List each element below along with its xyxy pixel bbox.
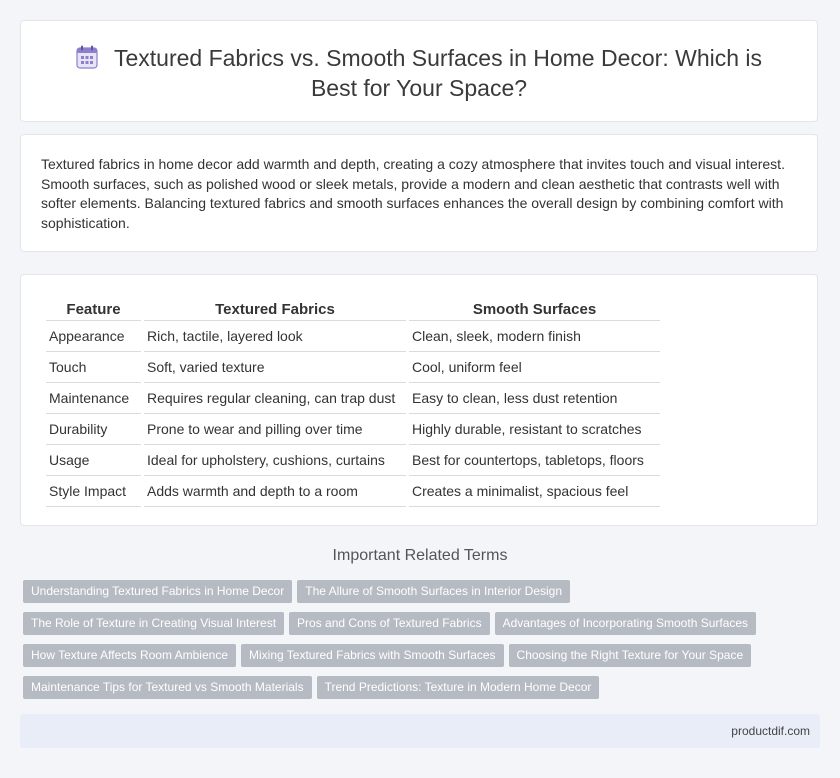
- table-row: Style Impact Adds warmth and depth to a …: [46, 476, 660, 507]
- table-row: Appearance Rich, tactile, layered look C…: [46, 321, 660, 352]
- related-term-link[interactable]: Mixing Textured Fabrics with Smooth Surf…: [241, 644, 504, 667]
- smooth-cell: Best for countertops, tabletops, floors: [409, 445, 660, 476]
- feature-cell: Appearance: [46, 321, 141, 352]
- feature-cell: Touch: [46, 352, 141, 383]
- column-header-textured: Textured Fabrics: [144, 295, 406, 321]
- textured-cell: Prone to wear and pilling over time: [144, 414, 406, 445]
- smooth-cell: Creates a minimalist, spacious feel: [409, 476, 660, 507]
- related-term-link[interactable]: Trend Predictions: Texture in Modern Hom…: [316, 676, 600, 699]
- related-term-link[interactable]: Advantages of Incorporating Smooth Surfa…: [494, 612, 757, 635]
- table-header-row: Feature Textured Fabrics Smooth Surfaces: [46, 295, 660, 321]
- feature-cell: Maintenance: [46, 383, 141, 414]
- textured-cell: Adds warmth and depth to a room: [144, 476, 406, 507]
- intro-text: Textured fabrics in home decor add warmt…: [41, 156, 785, 231]
- footer-site-link[interactable]: productdif.com: [731, 724, 810, 738]
- related-term-link[interactable]: Choosing the Right Texture for Your Spac…: [508, 644, 752, 667]
- column-header-feature: Feature: [46, 295, 141, 321]
- feature-cell: Usage: [46, 445, 141, 476]
- header-card: Textured Fabrics vs. Smooth Surfaces in …: [20, 20, 818, 122]
- title-line-2: Best for Your Space?: [310, 75, 528, 101]
- column-header-smooth: Smooth Surfaces: [409, 295, 660, 321]
- textured-cell: Rich, tactile, layered look: [144, 321, 406, 352]
- smooth-cell: Highly durable, resistant to scratches: [409, 414, 660, 445]
- table-row: Usage Ideal for upholstery, cushions, cu…: [46, 445, 660, 476]
- related-terms-list: Understanding Textured Fabrics in Home D…: [23, 580, 783, 708]
- table-row: Touch Soft, varied texture Cool, uniform…: [46, 352, 660, 383]
- related-term-link[interactable]: Maintenance Tips for Textured vs Smooth …: [23, 676, 312, 699]
- table-row: Durability Prone to wear and pilling ove…: [46, 414, 660, 445]
- page-title: Textured Fabrics vs. Smooth Surfaces in …: [61, 43, 777, 103]
- related-terms-title: Important Related Terms: [332, 547, 508, 564]
- title-line-1: Textured Fabrics vs. Smooth Surfaces in …: [113, 45, 763, 71]
- related-term-link[interactable]: The Role of Texture in Creating Visual I…: [23, 612, 285, 635]
- table-row: Maintenance Requires regular cleaning, c…: [46, 383, 660, 414]
- tag-row: How Texture Affects Room Ambience Mixing …: [23, 644, 783, 676]
- related-term-link[interactable]: Pros and Cons of Textured Fabrics: [289, 612, 490, 635]
- related-term-link[interactable]: Understanding Textured Fabrics in Home D…: [23, 580, 293, 603]
- textured-cell: Soft, varied texture: [144, 352, 406, 383]
- smooth-cell: Cool, uniform feel: [409, 352, 660, 383]
- smooth-cell: Clean, sleek, modern finish: [409, 321, 660, 352]
- tag-row: Maintenance Tips for Textured vs Smooth …: [23, 676, 783, 708]
- related-term-link[interactable]: How Texture Affects Room Ambience: [23, 644, 236, 667]
- textured-cell: Ideal for upholstery, cushions, curtains: [144, 445, 406, 476]
- intro-card: Textured fabrics in home decor add warmt…: [20, 134, 818, 252]
- tag-row: The Role of Texture in Creating Visual I…: [23, 612, 783, 644]
- comparison-table: Feature Textured Fabrics Smooth Surfaces…: [43, 295, 663, 507]
- tag-row: Understanding Textured Fabrics in Home D…: [23, 580, 783, 612]
- smooth-cell: Easy to clean, less dust retention: [409, 383, 660, 414]
- feature-cell: Durability: [46, 414, 141, 445]
- calendar-icon: [76, 45, 98, 69]
- feature-cell: Style Impact: [46, 476, 141, 507]
- textured-cell: Requires regular cleaning, can trap dust: [144, 383, 406, 414]
- footer-bar: productdif.com: [20, 714, 820, 748]
- related-term-link[interactable]: The Allure of Smooth Surfaces in Interio…: [297, 580, 571, 603]
- comparison-card: Feature Textured Fabrics Smooth Surfaces…: [20, 274, 818, 526]
